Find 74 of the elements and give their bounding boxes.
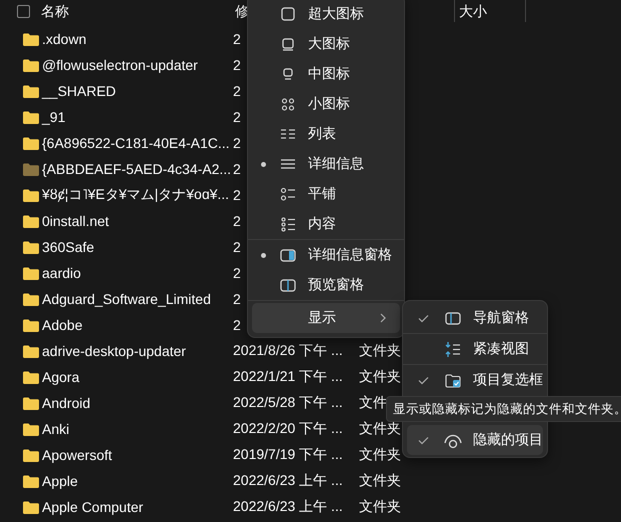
file-name[interactable]: Apowersoft [42,447,112,463]
file-name[interactable]: Apple [42,473,78,489]
file-name[interactable]: Anki [42,421,70,437]
file-name[interactable]: Agora [42,369,80,385]
type-cell: 文件夹 [359,446,401,462]
file-name[interactable]: 0install.net [42,213,109,229]
date-cell: 2022/6/23 上午 ... [233,498,343,514]
date-cell: 2 [233,31,241,47]
file-name[interactable]: __SHARED [42,83,116,99]
type-cell: 文件夹 [359,498,401,514]
file-name[interactable]: adrive-desktop-updater [42,343,186,359]
date-cell: 2 [233,109,241,125]
date-cell: 2 [233,187,241,203]
type-cell: 文件 [359,394,387,410]
date-cell: 2022/1/21 下午 ... [233,368,343,384]
date-cell: 2 [233,161,241,177]
pane-icon [444,310,462,326]
menu-item[interactable]: 详细信息窗格 [252,240,400,270]
square-icon [279,6,297,22]
menu-item[interactable]: 超大图标 [252,0,400,29]
file-name[interactable]: {ABBDEAEF-5AED-4c34-A2... [42,161,232,177]
file-name[interactable]: Adguard_Software_Limited [42,291,211,307]
file-name[interactable]: Android [42,395,90,411]
file-name[interactable]: Adobe [42,317,82,333]
folder-checkbox-icon [444,372,462,388]
file-name[interactable]: {6A896522-C181-40E4-A1C... [42,135,230,151]
date-cell: 2021/8/26 下午 ... [233,342,343,358]
type-cell: 文件夹 [359,342,401,358]
column-header[interactable]: 名称 [41,0,233,22]
column-header[interactable]: 大小 [455,0,526,22]
type-cell: 文件夹 [359,472,401,488]
date-cell: 2019/7/19 下午 ... [233,446,343,462]
menu-item[interactable]: 小图标 [252,89,400,119]
tooltip: 显示或隐藏标记为隐藏的文件和文件夹。 [386,396,621,422]
file-name[interactable]: aardio [42,265,81,281]
type-cell: 文件夹 [359,368,401,384]
menu-item[interactable]: 预览窗格 [252,270,400,300]
tiles-icon [279,186,297,202]
file-name[interactable]: @flowuselectron-updater [42,57,198,73]
content-icon [279,216,297,232]
menu-item[interactable]: 紧凑视图 [407,334,543,364]
file-name[interactable]: _91 [42,109,66,125]
menu-item[interactable]: 详细信息 [252,149,400,179]
date-cell: 2 [233,317,241,333]
file-name[interactable]: ¥ȣȼ¦コ˥¥Eタ¥マム|タナ¥oɑ¥... [42,186,230,204]
menu-item[interactable]: 平铺 [252,179,400,209]
date-cell: 2022/2/20 下午 ... [233,420,343,436]
pane-icon [279,276,297,294]
compact-icon [444,340,462,358]
file-name[interactable]: Apple Computer [42,499,144,515]
date-cell: 2 [233,291,241,307]
date-cell: 2 [233,83,241,99]
date-cell: 2 [233,239,241,255]
date-cell: 2022/6/23 上午 ... [233,472,343,488]
file-name[interactable]: .xdown [42,31,86,47]
select-all-checkbox[interactable] [17,4,30,18]
grid-icon [279,96,297,112]
type-cell: 文件夹 [359,420,401,436]
menu-item[interactable]: 内容 [252,209,400,239]
menu-item[interactable]: 大图标 [252,29,400,59]
pane-icon [279,246,297,264]
date-cell: 2 [233,57,241,73]
chevron-icon [380,313,386,323]
date-cell: 2022/5/28 下午 ... [233,394,343,410]
date-cell: 2 [233,213,241,229]
menu-item[interactable]: 显示 [252,303,400,333]
file-name[interactable]: 360Safe [42,239,94,255]
date-cell: 2 [233,265,241,281]
menu-item[interactable]: 列表 [252,119,400,149]
date-cell: 2 [233,135,241,151]
menu-item[interactable]: 项目复选框 [407,365,543,395]
menu-item[interactable]: 中图标 [252,59,400,89]
menu-item[interactable]: 导航窗格 [407,303,543,333]
menu-item[interactable]: 隐藏的项目 [407,425,543,455]
